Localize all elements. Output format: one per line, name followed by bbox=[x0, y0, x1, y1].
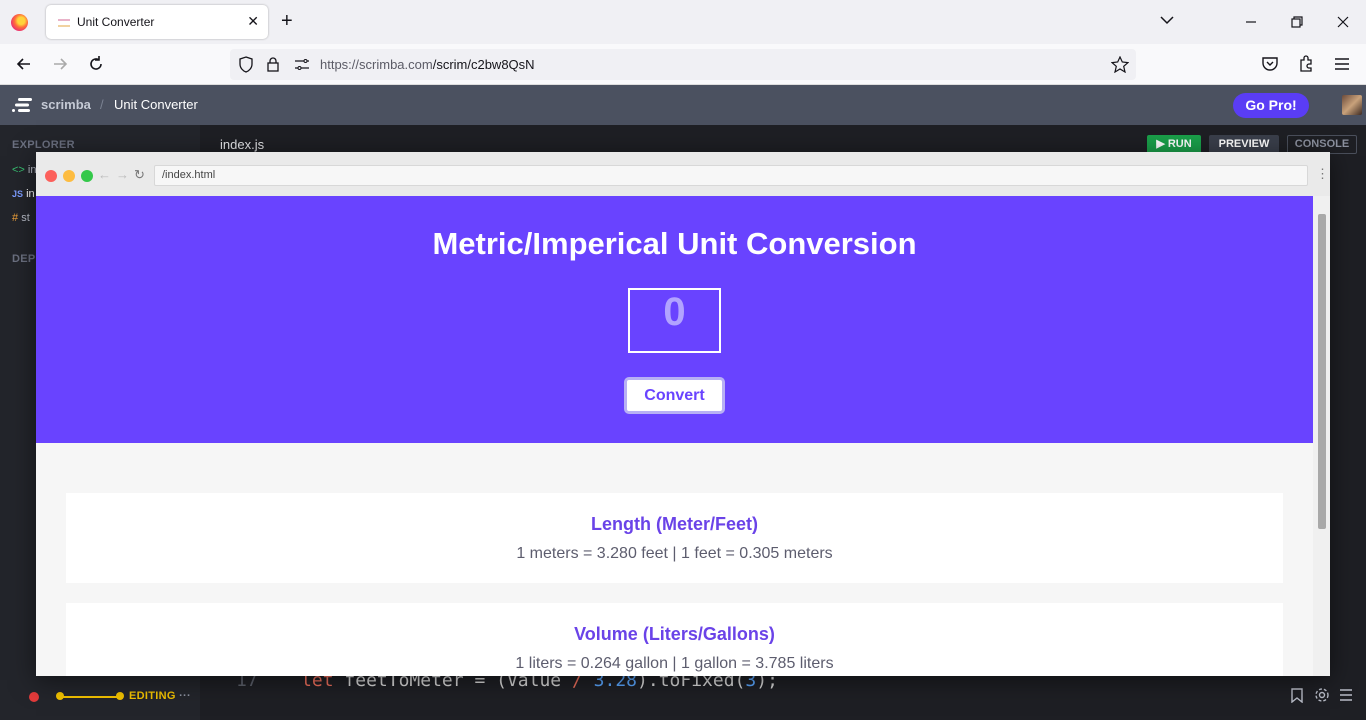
record-icon[interactable] bbox=[29, 692, 39, 702]
tab-favicon-icon bbox=[58, 19, 70, 27]
length-card: Length (Meter/Feet) 1 meters = 3.280 fee… bbox=[66, 493, 1283, 583]
menu-lines-icon[interactable] bbox=[1339, 689, 1353, 701]
close-window-icon[interactable] bbox=[1335, 14, 1351, 30]
sidebar-file-css[interactable]: # st bbox=[12, 212, 30, 224]
preview-window-toolbar: ← → ↻ /index.html ⋮ bbox=[36, 152, 1330, 196]
firefox-logo-icon bbox=[11, 14, 28, 31]
editing-status: EDITING ··· bbox=[129, 690, 191, 702]
preview-window: ← → ↻ /index.html ⋮ Metric/Imperical Uni… bbox=[36, 152, 1330, 676]
js-file-icon: JS bbox=[12, 189, 24, 199]
recording-status-bar: EDITING ··· bbox=[0, 676, 200, 720]
sidebar-file-label: in bbox=[26, 188, 35, 200]
permissions-icon[interactable] bbox=[294, 58, 310, 71]
maximize-dot-icon[interactable] bbox=[81, 170, 93, 182]
preview-back-icon[interactable]: ← bbox=[98, 167, 111, 182]
minimize-icon[interactable] bbox=[1243, 14, 1259, 30]
more-icon[interactable]: ··· bbox=[179, 690, 191, 702]
preview-menu-icon[interactable]: ⋮ bbox=[1316, 166, 1329, 182]
preview-scrollbar[interactable] bbox=[1313, 196, 1330, 676]
bookmark-icon[interactable] bbox=[1291, 688, 1303, 703]
shield-icon[interactable] bbox=[238, 56, 254, 73]
url-text: https://scrimba.com/scrim/c2bw8QsN bbox=[320, 57, 535, 72]
card-text: 1 meters = 3.280 feet | 1 feet = 0.305 m… bbox=[516, 545, 833, 562]
breadcrumb-separator: / bbox=[100, 97, 104, 112]
bookmark-star-icon[interactable] bbox=[1111, 56, 1129, 73]
url-path: /scrim/c2bw8QsN bbox=[432, 57, 535, 72]
extensions-icon[interactable] bbox=[1296, 54, 1316, 74]
card-text: 1 liters = 0.264 gallon | 1 gallon = 3.7… bbox=[515, 655, 834, 672]
pocket-icon[interactable] bbox=[1260, 54, 1280, 74]
sidebar-file-label: st bbox=[21, 212, 30, 224]
go-pro-button[interactable]: Go Pro! bbox=[1233, 93, 1309, 118]
timeline-start-handle[interactable] bbox=[56, 692, 64, 700]
browser-tab[interactable]: Unit Converter ✕ bbox=[46, 5, 268, 39]
tab-close-icon[interactable]: ✕ bbox=[247, 13, 259, 30]
editing-label: EDITING bbox=[129, 690, 176, 702]
play-icon: ▶ bbox=[1156, 138, 1165, 150]
number-input[interactable]: 0 bbox=[628, 288, 721, 353]
url-bar[interactable]: https://scrimba.com/scrim/c2bw8QsN bbox=[230, 49, 1136, 80]
forward-icon[interactable] bbox=[50, 54, 70, 74]
run-label: RUN bbox=[1167, 138, 1192, 150]
hero-section: Metric/Imperical Unit Conversion 0 Conve… bbox=[36, 196, 1313, 443]
restore-icon[interactable] bbox=[1289, 14, 1305, 30]
card-title: Volume (Liters/Gallons) bbox=[574, 624, 775, 644]
preview-reload-icon[interactable]: ↻ bbox=[134, 167, 145, 183]
lock-icon[interactable] bbox=[266, 56, 280, 73]
browser-navbar: https://scrimba.com/scrim/c2bw8QsN bbox=[0, 44, 1366, 85]
new-tab-button[interactable]: + bbox=[281, 10, 293, 32]
explorer-heading: EXPLORER bbox=[12, 139, 75, 151]
preview-forward-icon[interactable]: → bbox=[116, 167, 129, 182]
avatar[interactable] bbox=[1342, 95, 1362, 115]
scrollbar-thumb[interactable] bbox=[1318, 214, 1326, 529]
browser-tab-bar: Unit Converter ✕ + bbox=[0, 0, 1366, 44]
project-title: Unit Converter bbox=[114, 97, 198, 112]
page-title: Metric/Imperical Unit Conversion bbox=[432, 226, 917, 261]
editor-file-tab[interactable]: index.js bbox=[220, 137, 264, 152]
gear-icon[interactable] bbox=[1314, 687, 1330, 703]
timeline-track[interactable] bbox=[60, 696, 120, 698]
html-file-icon: <> bbox=[12, 164, 25, 176]
sidebar-file-js[interactable]: JS in bbox=[12, 188, 35, 200]
minimize-dot-icon[interactable] bbox=[63, 170, 75, 182]
timeline-end-handle[interactable] bbox=[116, 692, 124, 700]
preview-content: Metric/Imperical Unit Conversion 0 Conve… bbox=[36, 196, 1313, 676]
close-dot-icon[interactable] bbox=[45, 170, 57, 182]
convert-button[interactable]: Convert bbox=[624, 377, 725, 414]
card-title: Length (Meter/Feet) bbox=[590, 514, 758, 534]
volume-card: Volume (Liters/Gallons) 1 liters = 0.264… bbox=[66, 603, 1283, 676]
sidebar-file-html[interactable]: <> in bbox=[12, 164, 36, 176]
scrimba-logo-text[interactable]: scrimba bbox=[41, 97, 91, 112]
back-icon[interactable] bbox=[14, 54, 34, 74]
preview-url-field[interactable]: /index.html bbox=[154, 165, 1308, 186]
url-host: https://scrimba.com bbox=[320, 57, 433, 72]
app-header: scrimba / Unit Converter Go Pro! bbox=[0, 85, 1366, 125]
scrimba-logo-icon[interactable] bbox=[12, 98, 32, 112]
reload-icon[interactable] bbox=[86, 54, 106, 74]
menu-icon[interactable] bbox=[1332, 54, 1352, 74]
chevron-down-icon[interactable] bbox=[1159, 12, 1175, 28]
tab-title: Unit Converter bbox=[77, 15, 155, 29]
css-file-icon: # bbox=[12, 212, 19, 224]
